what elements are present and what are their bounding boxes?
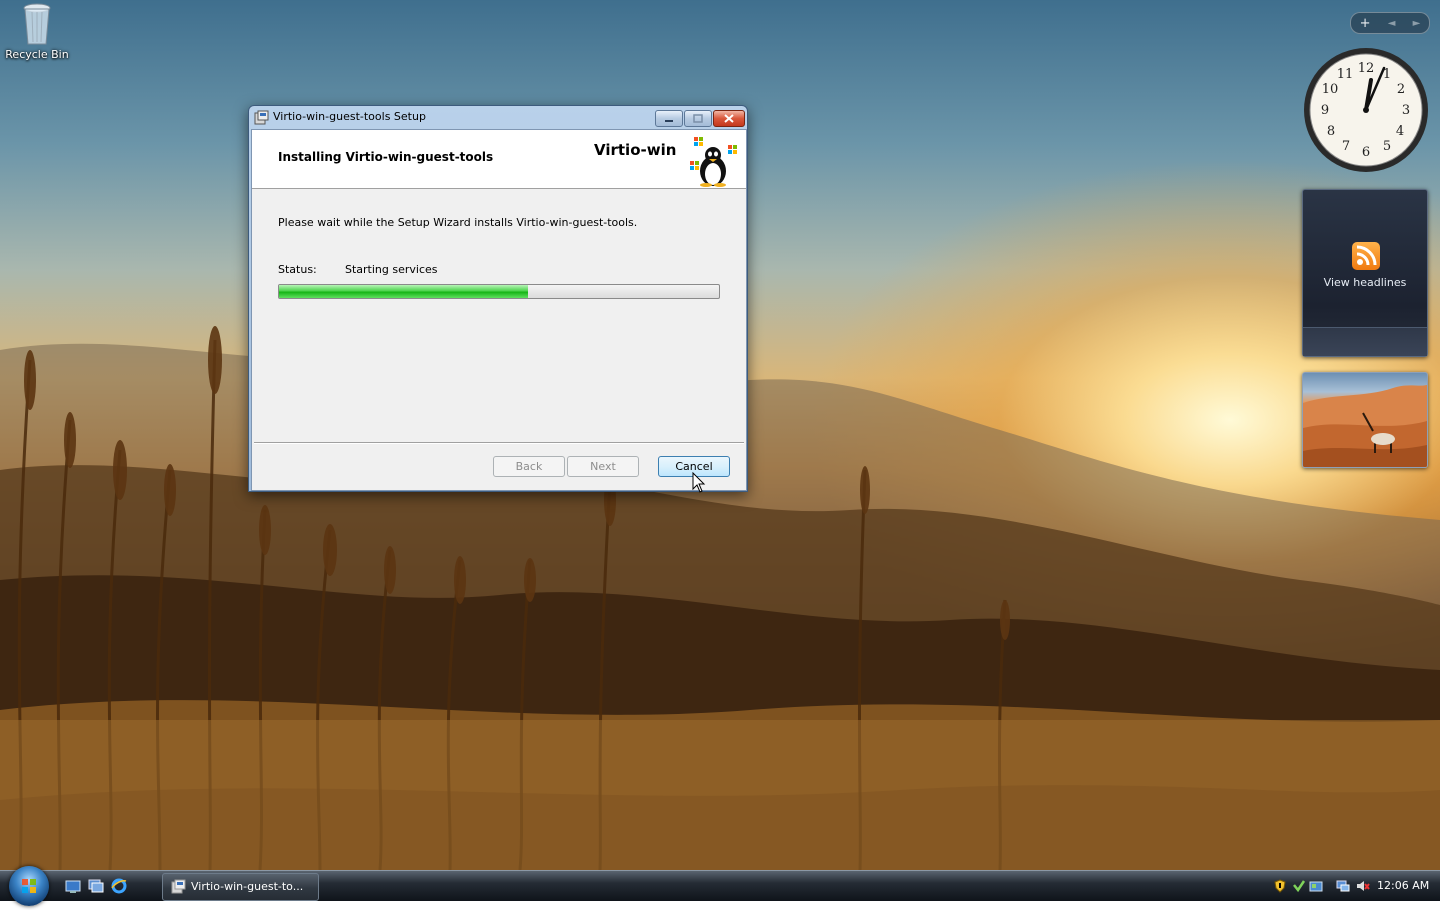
svg-text:3: 3 bbox=[1402, 103, 1410, 118]
wizard-heading: Installing Virtio-win-guest-tools bbox=[278, 150, 494, 164]
setup-window[interactable]: Virtio-win-guest-tools Setup Installing … bbox=[248, 105, 748, 492]
installer-app-icon bbox=[171, 879, 186, 894]
svg-text:10: 10 bbox=[1322, 82, 1339, 97]
svg-text:11: 11 bbox=[1337, 67, 1354, 82]
installer-app-icon bbox=[254, 110, 269, 125]
windows-logo-icon bbox=[22, 879, 36, 893]
view-headlines-link[interactable]: View headlines bbox=[1303, 276, 1427, 289]
wizard-client-area: Installing Virtio-win-guest-tools Virtio… bbox=[251, 129, 747, 491]
next-gadgets-button[interactable]: ► bbox=[1413, 18, 1421, 29]
start-button[interactable] bbox=[9, 866, 49, 906]
minimize-icon bbox=[665, 120, 673, 122]
footer-separator bbox=[254, 442, 744, 444]
maximize-icon bbox=[693, 114, 703, 123]
security-shield-icon[interactable] bbox=[1273, 878, 1287, 893]
system-clock[interactable]: 12:06 AM bbox=[1377, 879, 1429, 892]
back-button[interactable]: Back bbox=[493, 456, 565, 477]
status-label: Status: bbox=[278, 263, 317, 276]
window-titlebar[interactable]: Virtio-win-guest-tools Setup bbox=[249, 106, 747, 129]
clock-gadget[interactable]: 12 1 2 3 4 5 6 7 8 9 10 11 bbox=[1302, 46, 1430, 174]
maximize-button[interactable] bbox=[684, 110, 712, 127]
install-progress-bar bbox=[278, 284, 720, 299]
minimize-button[interactable] bbox=[655, 110, 683, 127]
recycle-bin-icon bbox=[22, 2, 52, 46]
close-button[interactable] bbox=[713, 110, 745, 127]
recycle-bin-desktop-icon[interactable]: Recycle Bin bbox=[4, 2, 70, 61]
network-icon[interactable] bbox=[1336, 878, 1350, 892]
gadget-toolbar: + ◄ ► bbox=[1350, 12, 1430, 34]
svg-text:7: 7 bbox=[1342, 139, 1350, 154]
wizard-banner: Installing Virtio-win-guest-tools Virtio… bbox=[252, 130, 746, 189]
slideshow-gadget[interactable] bbox=[1302, 372, 1428, 468]
mouse-pointer-icon bbox=[692, 471, 706, 494]
notification-area: 12:06 AM bbox=[1268, 873, 1440, 899]
internet-explorer-icon[interactable] bbox=[111, 878, 127, 894]
virtio-win-logo-icon bbox=[684, 133, 742, 187]
svg-text:2: 2 bbox=[1397, 82, 1405, 97]
brand-name: Virtio-win bbox=[594, 141, 677, 159]
taskbar: Virtio-win-guest-to... 12:06 AM bbox=[0, 866, 1440, 906]
slideshow-image bbox=[1303, 385, 1427, 467]
next-button[interactable]: Next bbox=[567, 456, 639, 477]
window-title: Virtio-win-guest-tools Setup bbox=[273, 110, 426, 123]
analog-clock-face: 12 1 2 3 4 5 6 7 8 9 10 11 bbox=[1304, 48, 1428, 172]
add-gadget-button[interactable]: + bbox=[1360, 16, 1371, 31]
feed-headlines-gadget[interactable]: View headlines bbox=[1302, 189, 1428, 357]
recycle-bin-label: Recycle Bin bbox=[5, 48, 69, 61]
wizard-description: Please wait while the Setup Wizard insta… bbox=[278, 216, 638, 229]
close-icon bbox=[724, 114, 734, 123]
svg-text:8: 8 bbox=[1327, 124, 1335, 139]
device-icon[interactable] bbox=[1309, 878, 1323, 892]
taskbar-window-label: Virtio-win-guest-to... bbox=[191, 880, 304, 893]
show-desktop-icon[interactable] bbox=[65, 878, 81, 894]
svg-text:12: 12 bbox=[1358, 61, 1375, 76]
previous-gadgets-button[interactable]: ◄ bbox=[1388, 18, 1396, 29]
svg-text:6: 6 bbox=[1362, 145, 1370, 160]
feed-gadget-footer bbox=[1303, 327, 1427, 356]
install-progress-fill bbox=[279, 285, 528, 298]
rss-icon bbox=[1352, 242, 1380, 270]
svg-text:5: 5 bbox=[1383, 139, 1391, 154]
safely-remove-hardware-icon[interactable] bbox=[1292, 878, 1306, 893]
desktop-background: Recycle Bin + ◄ ► 12 1 2 3 4 5 6 7 8 9 1… bbox=[0, 0, 1440, 900]
switch-windows-icon[interactable] bbox=[88, 878, 104, 894]
volume-muted-icon[interactable] bbox=[1356, 878, 1370, 892]
svg-text:4: 4 bbox=[1396, 124, 1404, 139]
taskbar-window-button[interactable]: Virtio-win-guest-to... bbox=[162, 873, 319, 901]
status-value: Starting services bbox=[345, 263, 438, 276]
svg-text:9: 9 bbox=[1321, 103, 1329, 118]
